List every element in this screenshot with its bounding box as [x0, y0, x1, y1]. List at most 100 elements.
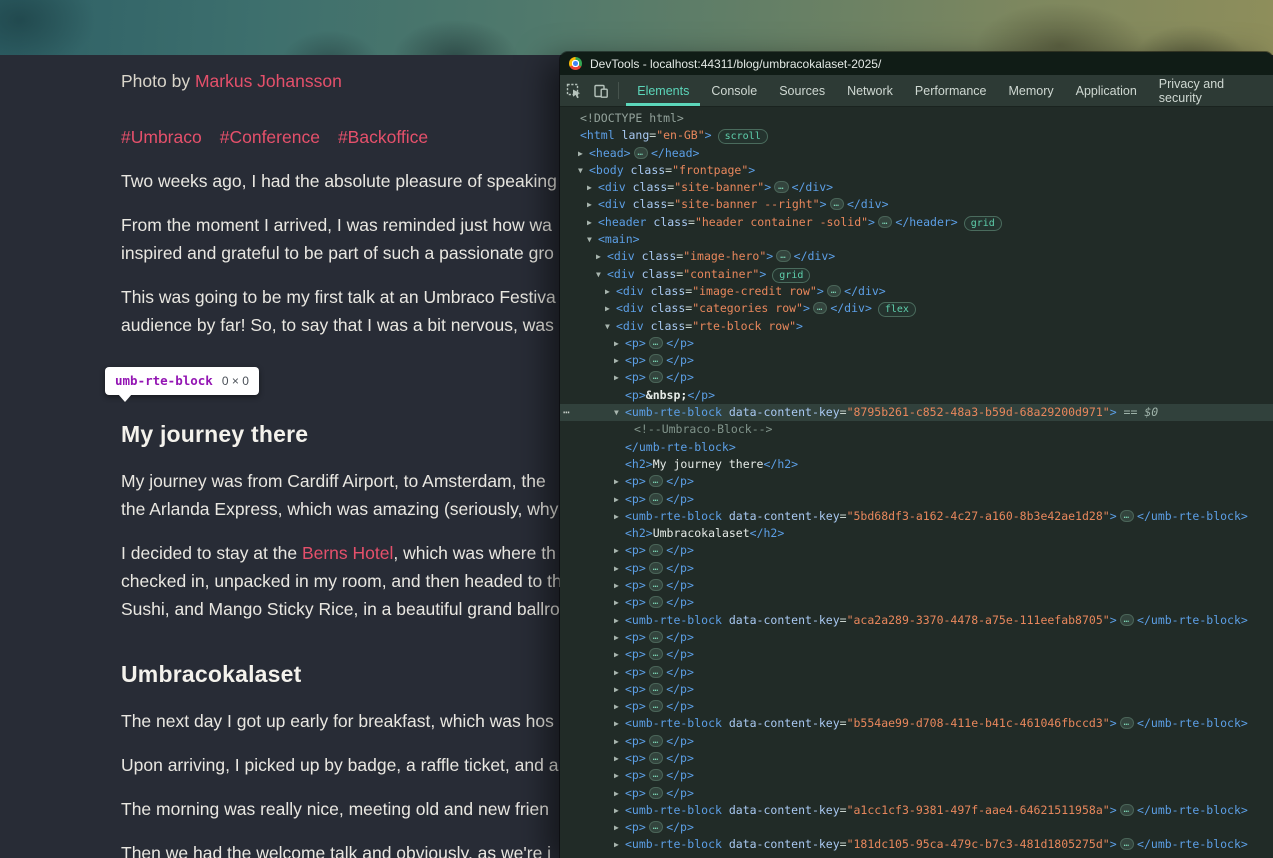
dom-tree-row[interactable]: ▶<p>…</p> [560, 785, 1273, 802]
dom-tree-row[interactable]: ▶<umb-rte-block data-content-key="5bd68d… [560, 508, 1273, 525]
dom-tree-row[interactable]: ▶<p>…</p> [560, 664, 1273, 681]
expand-arrow-icon[interactable]: ▶ [614, 335, 619, 352]
expand-arrow-icon[interactable]: ▶ [614, 681, 619, 698]
dom-tree-row[interactable]: ▶<div class="site-banner">…</div> [560, 179, 1273, 196]
dom-tree-row[interactable]: <!DOCTYPE html> [560, 110, 1273, 127]
dom-tree-row[interactable]: ⋯▼<umb-rte-block data-content-key="8795b… [560, 404, 1273, 421]
layout-badge-flex[interactable]: flex [878, 302, 916, 317]
layout-badge-scroll[interactable]: scroll [718, 129, 768, 144]
article-link[interactable]: Markus Johansson [195, 71, 342, 91]
dom-tree-row[interactable]: ▼<body class="frontpage"> [560, 162, 1273, 179]
expand-children-ellipsis-button[interactable]: … [774, 181, 788, 193]
dom-tree-row[interactable]: ▶<p>…</p> [560, 646, 1273, 663]
dom-tree-row[interactable]: ▶<p>…</p> [560, 473, 1273, 490]
selected-row-menu[interactable]: ⋯ [563, 404, 571, 421]
article-link[interactable]: Berns Hotel [302, 543, 393, 563]
devtools-titlebar[interactable]: DevTools - localhost:44311/blog/umbracok… [560, 52, 1273, 75]
expand-children-ellipsis-button[interactable]: … [649, 371, 663, 383]
expand-children-ellipsis-button[interactable]: … [1120, 614, 1134, 626]
expand-arrow-icon[interactable]: ▶ [587, 196, 592, 213]
inspect-element-button[interactable] [560, 75, 588, 106]
collapse-arrow-icon[interactable]: ▼ [587, 231, 592, 248]
expand-children-ellipsis-button[interactable]: … [649, 493, 663, 505]
expand-arrow-icon[interactable]: ▶ [614, 785, 619, 802]
tab-application[interactable]: Application [1065, 75, 1148, 106]
expand-arrow-icon[interactable]: ▶ [587, 179, 592, 196]
expand-children-ellipsis-button[interactable]: … [776, 250, 790, 262]
expand-children-ellipsis-button[interactable]: … [649, 475, 663, 487]
expand-children-ellipsis-button[interactable]: … [649, 648, 663, 660]
dom-tree-row[interactable]: ▶<div class="image-credit row">…</div> [560, 283, 1273, 300]
dom-tree-row[interactable]: ▶<div class="image-hero">…</div> [560, 248, 1273, 265]
tab-network[interactable]: Network [836, 75, 904, 106]
dom-tree-row[interactable]: ▶<umb-rte-block data-content-key="b554ae… [560, 715, 1273, 732]
expand-children-ellipsis-button[interactable]: … [649, 666, 663, 678]
dom-tree-row[interactable]: ▶<umb-rte-block data-content-key="a1cc1c… [560, 802, 1273, 819]
dom-tree-row[interactable]: ▼<main> [560, 231, 1273, 248]
tab-console[interactable]: Console [700, 75, 768, 106]
dom-tree-row[interactable]: ▶<p>…</p> [560, 681, 1273, 698]
expand-arrow-icon[interactable]: ▶ [614, 750, 619, 767]
expand-children-ellipsis-button[interactable]: … [649, 544, 663, 556]
expand-arrow-icon[interactable]: ▶ [614, 836, 619, 853]
expand-arrow-icon[interactable]: ▶ [614, 560, 619, 577]
collapse-arrow-icon[interactable]: ▼ [605, 318, 610, 335]
dom-tree-row[interactable]: ▶<p>…</p> [560, 352, 1273, 369]
dom-tree-row[interactable]: ▶<p>…</p> [560, 733, 1273, 750]
expand-arrow-icon[interactable]: ▶ [605, 300, 610, 317]
category-tag-link[interactable]: #Backoffice [338, 127, 428, 147]
expand-arrow-icon[interactable]: ▶ [614, 508, 619, 525]
expand-arrow-icon[interactable]: ▶ [614, 802, 619, 819]
expand-children-ellipsis-button[interactable]: … [649, 631, 663, 643]
dom-tree-row[interactable]: ▶<p>…</p> [560, 542, 1273, 559]
dom-tree-row[interactable]: ▶<p>…</p> [560, 491, 1273, 508]
expand-arrow-icon[interactable]: ▶ [614, 629, 619, 646]
dom-tree-row[interactable]: <html lang="en-GB">scroll [560, 127, 1273, 144]
expand-arrow-icon[interactable]: ▶ [614, 491, 619, 508]
dom-tree-row[interactable]: </umb-rte-block> [560, 439, 1273, 456]
expand-arrow-icon[interactable]: ▶ [614, 819, 619, 836]
expand-children-ellipsis-button[interactable]: … [649, 821, 663, 833]
layout-badge-grid[interactable]: grid [772, 268, 810, 283]
tab-privacy-and-security[interactable]: Privacy and security [1148, 75, 1273, 106]
layout-badge-grid[interactable]: grid [964, 216, 1002, 231]
dom-tree-row[interactable]: <h2>My journey there</h2> [560, 456, 1273, 473]
dom-tree-row[interactable]: ▶<p>…</p> [560, 767, 1273, 784]
expand-children-ellipsis-button[interactable]: … [649, 752, 663, 764]
dom-tree-row[interactable]: ▶<div class="site-banner --right">…</div… [560, 196, 1273, 213]
dom-tree-row[interactable]: ▼<div class="rte-block row"> [560, 318, 1273, 335]
expand-children-ellipsis-button[interactable]: … [830, 198, 844, 210]
collapse-arrow-icon[interactable]: ▼ [614, 404, 619, 421]
expand-children-ellipsis-button[interactable]: … [827, 285, 841, 297]
expand-arrow-icon[interactable]: ▶ [614, 715, 619, 732]
expand-arrow-icon[interactable]: ▶ [614, 594, 619, 611]
collapse-arrow-icon[interactable]: ▼ [578, 162, 583, 179]
expand-children-ellipsis-button[interactable]: … [1120, 838, 1134, 850]
expand-arrow-icon[interactable]: ▶ [614, 473, 619, 490]
expand-children-ellipsis-button[interactable]: … [649, 337, 663, 349]
dom-tree-row[interactable]: ▶<p>…</p> [560, 369, 1273, 386]
dom-tree-row[interactable]: ▶<header class="header container -solid"… [560, 214, 1273, 231]
expand-arrow-icon[interactable]: ▶ [614, 369, 619, 386]
expand-children-ellipsis-button[interactable]: … [649, 579, 663, 591]
tab-elements[interactable]: Elements [626, 75, 700, 106]
expand-arrow-icon[interactable]: ▶ [614, 612, 619, 629]
expand-children-ellipsis-button[interactable]: … [649, 735, 663, 747]
dom-tree-row[interactable]: ▶<p>…</p> [560, 577, 1273, 594]
dom-tree-row[interactable]: ▶<p>…</p> [560, 819, 1273, 836]
expand-arrow-icon[interactable]: ▶ [614, 698, 619, 715]
expand-arrow-icon[interactable]: ▶ [614, 733, 619, 750]
dom-tree-row[interactable]: ▶<umb-rte-block data-content-key="181dc1… [560, 836, 1273, 853]
expand-arrow-icon[interactable]: ▶ [614, 542, 619, 559]
dom-tree-row[interactable]: ▶<head>…</head> [560, 145, 1273, 162]
dom-tree-row[interactable]: ▶<p>…</p> [560, 698, 1273, 715]
dom-tree-row[interactable]: ▶<p>…</p> [560, 560, 1273, 577]
dom-tree-row[interactable]: ▶<p>…</p> [560, 335, 1273, 352]
expand-arrow-icon[interactable]: ▶ [614, 352, 619, 369]
expand-arrow-icon[interactable]: ▶ [587, 214, 592, 231]
tab-performance[interactable]: Performance [904, 75, 998, 106]
expand-children-ellipsis-button[interactable]: … [1120, 717, 1134, 729]
expand-arrow-icon[interactable]: ▶ [614, 577, 619, 594]
expand-children-ellipsis-button[interactable]: … [649, 769, 663, 781]
tab-sources[interactable]: Sources [768, 75, 836, 106]
